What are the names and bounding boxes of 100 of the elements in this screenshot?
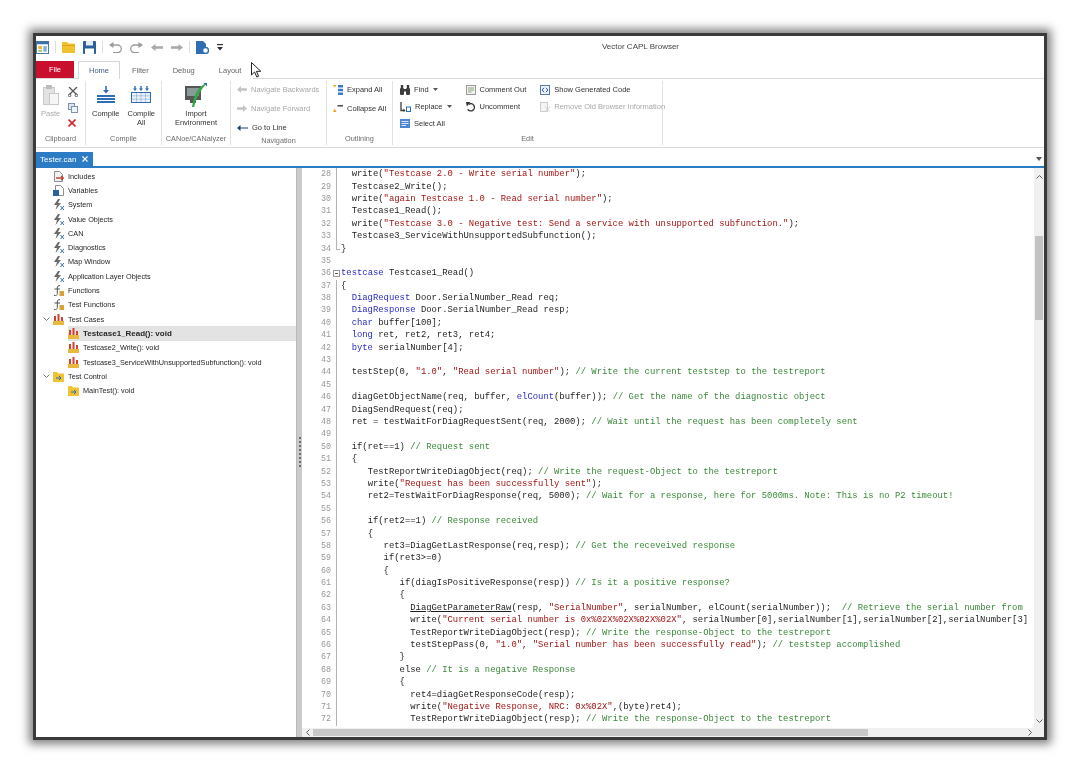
line-number: 31 xyxy=(320,206,331,217)
line-number: 54 xyxy=(320,491,331,502)
line-number: 37 xyxy=(320,280,331,291)
code-line: Testcase1_Read(); xyxy=(351,205,443,218)
caret-down-icon xyxy=(432,88,438,91)
code-line: TestReportWriteDiagObject(resp); // Write the response-Object to the testreport xyxy=(410,626,831,639)
line-number: 36 xyxy=(320,268,331,279)
line-number: 66 xyxy=(320,640,331,651)
folder-icon[interactable] xyxy=(62,41,75,53)
chevron-up-icon[interactable] xyxy=(1035,175,1043,179)
code-line: ret4=diagGetResponseCode(resp); xyxy=(410,688,576,701)
redo-icon[interactable] xyxy=(130,41,143,53)
close-icon[interactable] xyxy=(82,156,89,162)
minus-box-icon[interactable] xyxy=(332,269,340,277)
comment-lines-icon xyxy=(465,84,476,95)
window-icon[interactable] xyxy=(36,40,49,54)
code-line: TestReportWriteDiagObject(req); // Write the request-Object to the testreport xyxy=(367,465,778,478)
arrows-into-grid-icon xyxy=(131,86,152,103)
copy-icon[interactable] xyxy=(68,103,79,113)
line-number: 61 xyxy=(320,578,331,589)
line-number: 65 xyxy=(320,627,331,638)
line-number: 50 xyxy=(320,441,331,452)
bars-icon xyxy=(68,327,79,339)
line-number: 47 xyxy=(320,404,331,415)
chevron-left-icon[interactable] xyxy=(306,729,310,736)
delete-icon[interactable] xyxy=(68,119,77,127)
tree-item[interactable]: Testcase1_Read(): void xyxy=(68,326,296,341)
line-number: 46 xyxy=(320,392,331,403)
code-line: { xyxy=(383,564,389,577)
code-line: } xyxy=(399,651,405,664)
mouse-pointer-icon xyxy=(251,62,262,78)
list-expand-icon xyxy=(333,84,343,95)
folder-arrow-icon xyxy=(68,385,79,397)
undo-icon[interactable] xyxy=(109,41,122,53)
arrow-left-icon xyxy=(237,86,247,93)
horizontal-scrollbar[interactable] xyxy=(302,728,1044,737)
list-collapse-icon xyxy=(333,105,343,112)
function-icon xyxy=(53,299,64,311)
code-line: long ret, ret2, ret3, ret4; xyxy=(351,329,496,342)
line-number: 62 xyxy=(320,590,331,601)
code-line: TestReportWriteDiagObject(resp); // Write the response-Object to the testreport xyxy=(410,713,831,726)
chevron-down-icon[interactable] xyxy=(1036,156,1042,161)
chevron-down-icon[interactable] xyxy=(42,374,50,379)
line-number: 43 xyxy=(320,355,331,366)
code-line: { xyxy=(399,589,405,602)
code-line: DiagGetParameterRaw(resp, "SerialNumber", serialNumber, elCount(serialNumber)); // Retrieve the serial number from xyxy=(410,601,1023,614)
line-number: 70 xyxy=(320,689,331,700)
line-number: 41 xyxy=(320,330,331,341)
arrow-left-icon[interactable] xyxy=(151,43,163,51)
arrow-into-stack-icon xyxy=(96,86,115,103)
line-number: 34 xyxy=(320,243,331,254)
lightning-icon xyxy=(53,256,64,268)
line-number: 68 xyxy=(320,664,331,675)
line-number: 49 xyxy=(320,429,331,440)
grip-icon[interactable] xyxy=(298,436,301,469)
lightning-icon xyxy=(53,199,64,211)
chevron-right-icon[interactable] xyxy=(1028,729,1032,736)
line-number: 42 xyxy=(320,342,331,353)
scrollbar-thumb[interactable] xyxy=(313,729,868,736)
code-line: if(ret3>=0) xyxy=(383,552,443,565)
code-line: write("Current serial number is 0x%02X%02X%02X%02X", serialNumber[0],serialNumber[1],serialNumber[2],serialNumber[3] xyxy=(410,614,1029,627)
line-number: 39 xyxy=(320,305,331,316)
code-line: testcase Testcase1_Read() xyxy=(341,267,475,280)
line-number: 53 xyxy=(320,478,331,489)
document-tab[interactable]: Tester.can xyxy=(36,152,94,166)
caret-down-icon[interactable] xyxy=(217,43,223,51)
document-icon xyxy=(53,184,64,196)
line-number: 33 xyxy=(320,231,331,242)
arrow-right-icon xyxy=(237,105,247,112)
code-line: write("again Testcase 1.0 - Read serial number"); xyxy=(351,192,613,205)
vertical-scrollbar[interactable] xyxy=(1034,168,1044,728)
line-number: 32 xyxy=(320,218,331,229)
bars-icon xyxy=(53,313,64,325)
circular-arrow-icon xyxy=(465,101,476,112)
scrollbar-thumb[interactable] xyxy=(1035,236,1043,320)
save-icon[interactable] xyxy=(83,40,96,54)
code-line: write("Testcase 3.0 - Negative test: Send a service with unsupported subfunction."); xyxy=(351,217,800,230)
lightning-icon xyxy=(53,227,64,239)
code-line: diagGetObjectName(req, buffer, elCount(buffer)); // Get the name of the diagnostic object xyxy=(351,391,826,404)
line-number: 67 xyxy=(320,652,331,663)
code-line: { xyxy=(351,453,357,466)
line-number: 48 xyxy=(320,417,331,427)
line-number: 51 xyxy=(320,454,331,465)
line-number: 72 xyxy=(320,714,331,725)
line-number: 71 xyxy=(320,702,331,712)
code-line: Testcase2_Write(); xyxy=(351,180,448,193)
scissors-icon[interactable] xyxy=(68,87,79,97)
line-number: 55 xyxy=(320,503,331,514)
bars-icon xyxy=(68,356,79,368)
chevron-down-icon[interactable] xyxy=(42,317,50,322)
code-line: } xyxy=(341,242,347,255)
code-brackets-icon xyxy=(540,84,551,95)
lightning-icon xyxy=(53,213,64,225)
code-line: byte serialNumber[4]; xyxy=(351,341,464,354)
arrow-right-icon[interactable] xyxy=(171,43,183,51)
code-line: { xyxy=(367,527,373,540)
arrow-left-icon xyxy=(237,124,248,131)
chevron-down-icon[interactable] xyxy=(1035,719,1043,723)
line-number: 40 xyxy=(320,317,331,328)
code-line: testStep(0, "1.0", "Read serial number"); // Write the current teststep to the testreport xyxy=(351,366,826,379)
